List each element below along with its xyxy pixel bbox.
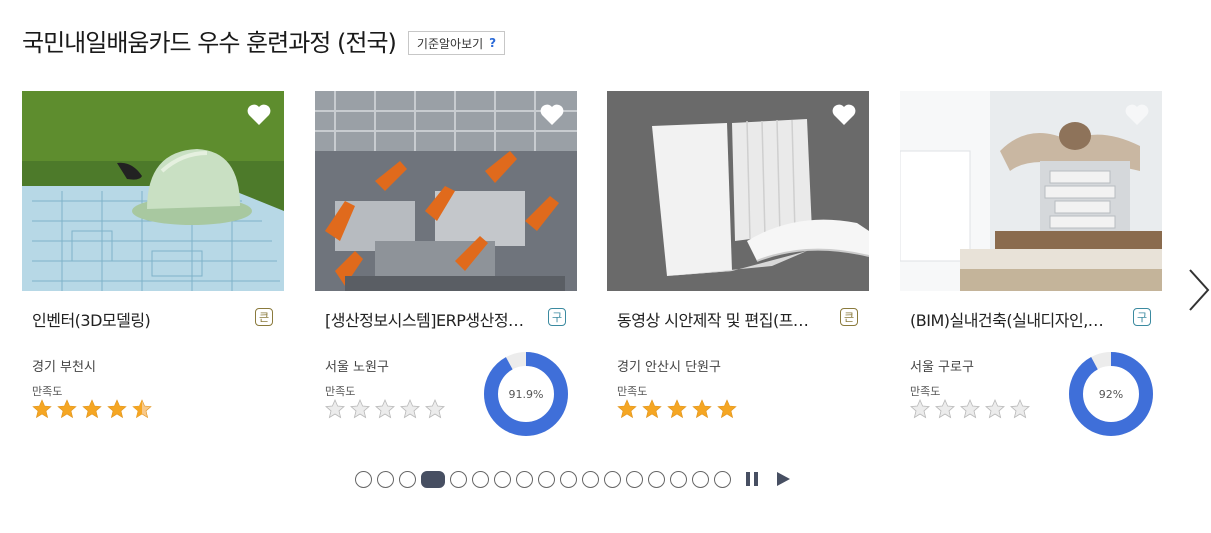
- pager-dot[interactable]: [604, 470, 621, 488]
- course-card[interactable]: [생산정보시스템]ERP생산정… 구 서울 노원구 만족도 91.9%: [315, 91, 577, 436]
- rating-stars: [32, 399, 152, 419]
- pager-dot[interactable]: [421, 470, 445, 488]
- star-empty-icon: [910, 399, 930, 419]
- star-empty-icon: [350, 399, 370, 419]
- grade-badge: 큰: [840, 308, 858, 326]
- satisfaction-label: 만족도: [325, 385, 356, 398]
- pager-dot[interactable]: [582, 470, 599, 488]
- satisfaction-donut: 92%: [1069, 352, 1153, 436]
- course-card[interactable]: 동영상 시안제작 및 편집(프… 큰 경기 안산시 단원구 만족도: [607, 91, 869, 436]
- pause-button[interactable]: [742, 469, 762, 489]
- course-title[interactable]: [생산정보시스템]ERP생산정…: [325, 307, 535, 331]
- pager-dot[interactable]: [355, 470, 372, 488]
- course-location: 서울 구로구: [910, 360, 974, 375]
- pager-dot[interactable]: [377, 470, 394, 488]
- course-location: 서울 노원구: [325, 360, 389, 375]
- pager-dot[interactable]: [626, 470, 643, 488]
- star-icon: [642, 399, 662, 419]
- course-title[interactable]: 동영상 시안제작 및 편집(프…: [617, 307, 827, 331]
- course-thumbnail[interactable]: [315, 91, 577, 291]
- star-icon: [692, 399, 712, 419]
- star-empty-icon: [935, 399, 955, 419]
- star-icon: [57, 399, 77, 419]
- heart-icon[interactable]: [1124, 103, 1150, 127]
- grade-badge: 구: [1133, 308, 1151, 326]
- rating-stars: [617, 399, 737, 419]
- star-icon: [107, 399, 127, 419]
- pause-icon: [746, 472, 758, 486]
- play-button[interactable]: [773, 469, 793, 489]
- star-empty-icon: [1010, 399, 1030, 419]
- star-icon: [617, 399, 637, 419]
- rating-stars: [325, 399, 445, 419]
- pager-dot[interactable]: [472, 470, 489, 488]
- heart-icon[interactable]: [246, 103, 272, 127]
- grade-badge: 구: [548, 308, 566, 326]
- pager-dot[interactable]: [648, 470, 665, 488]
- course-card[interactable]: 인벤터(3D모델링) 큰 경기 부천시 만족도: [22, 91, 284, 436]
- satisfaction-label: 만족도: [32, 385, 63, 398]
- section-header: 국민내일배움카드 우수 훈련과정 (전국) 기준알아보기 ?: [22, 20, 506, 60]
- chevron-right-icon[interactable]: [1186, 266, 1211, 314]
- pager-dot[interactable]: [494, 470, 511, 488]
- play-icon: [777, 472, 790, 486]
- course-title[interactable]: (BIM)실내건축(실내디자인,…: [910, 307, 1120, 331]
- course-thumbnail[interactable]: [900, 91, 1162, 291]
- pager-dot[interactable]: [516, 470, 533, 488]
- course-location: 경기 부천시: [32, 360, 96, 375]
- star-icon: [667, 399, 687, 419]
- course-card[interactable]: (BIM)실내건축(실내디자인,… 구 서울 구로구 만족도 92%: [900, 91, 1162, 436]
- donut-percent: 91.9%: [509, 388, 544, 401]
- heart-icon[interactable]: [831, 103, 857, 127]
- star-icon: [717, 399, 737, 419]
- star-empty-icon: [960, 399, 980, 419]
- pager-dot[interactable]: [692, 470, 709, 488]
- pager-dot[interactable]: [670, 470, 687, 488]
- star-empty-icon: [375, 399, 395, 419]
- course-thumbnail[interactable]: [22, 91, 284, 291]
- pager-dot[interactable]: [714, 470, 731, 488]
- section-title: 국민내일배움카드 우수 훈련과정 (전국): [22, 28, 397, 57]
- course-location: 경기 안산시 단원구: [617, 360, 721, 375]
- satisfaction-label: 만족도: [617, 385, 648, 398]
- pager-dot[interactable]: [538, 470, 555, 488]
- carousel-pager: [355, 469, 793, 489]
- pager-dot[interactable]: [450, 470, 467, 488]
- heart-icon[interactable]: [539, 103, 565, 127]
- star-empty-icon: [985, 399, 1005, 419]
- course-title[interactable]: 인벤터(3D모델링): [32, 307, 242, 331]
- criteria-button[interactable]: 기준알아보기 ?: [407, 31, 506, 55]
- star-icon: [82, 399, 102, 419]
- pager-dots: [355, 470, 731, 488]
- grade-badge: 큰: [255, 308, 273, 326]
- star-empty-icon: [325, 399, 345, 419]
- course-thumbnail[interactable]: [607, 91, 869, 291]
- rating-stars: [910, 399, 1030, 419]
- pager-dot[interactable]: [560, 470, 577, 488]
- star-empty-icon: [400, 399, 420, 419]
- half-star-icon: [132, 399, 152, 419]
- satisfaction-donut: 91.9%: [484, 352, 568, 436]
- star-empty-icon: [425, 399, 445, 419]
- question-icon: ?: [489, 36, 497, 50]
- pager-dot[interactable]: [399, 470, 416, 488]
- satisfaction-label: 만족도: [910, 385, 941, 398]
- star-icon: [32, 399, 52, 419]
- criteria-button-label: 기준알아보기: [416, 36, 484, 51]
- donut-percent: 92%: [1099, 388, 1123, 401]
